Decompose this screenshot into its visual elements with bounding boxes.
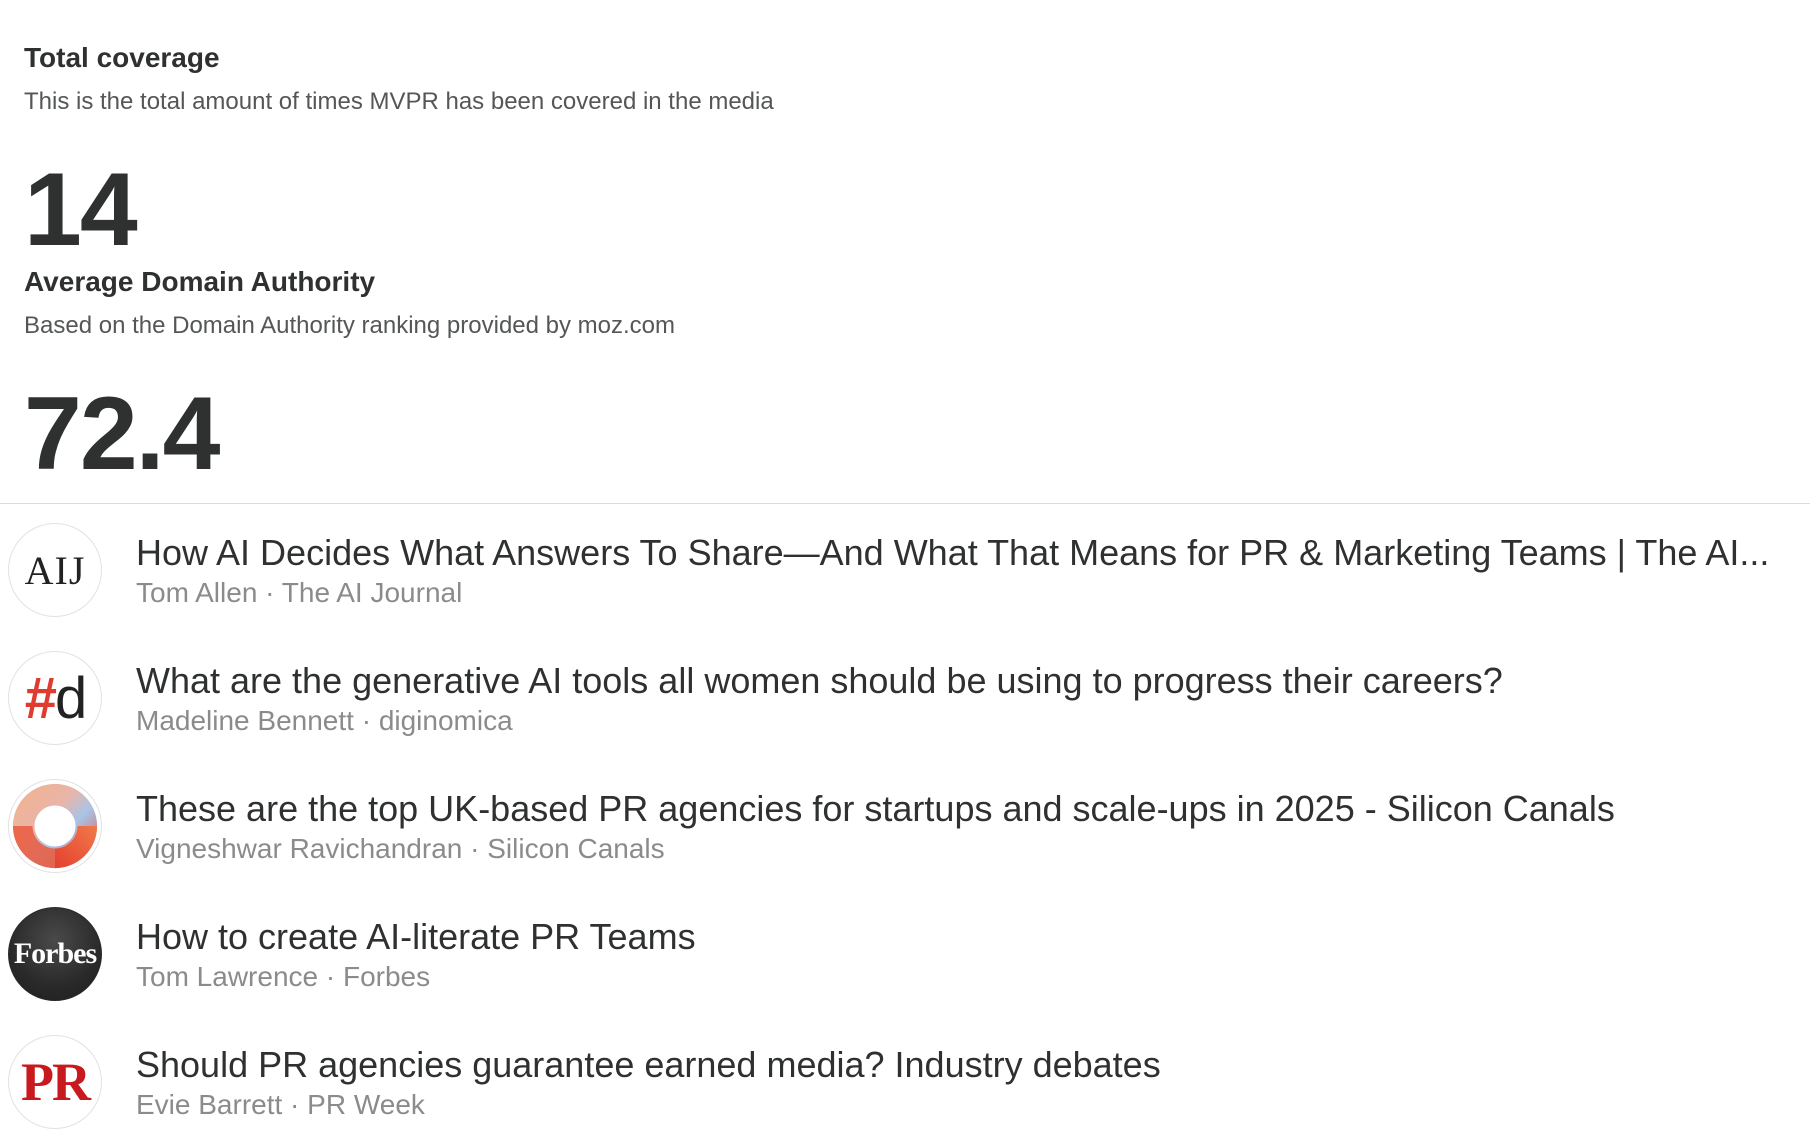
article-meta: Evie Barrett · PR Week bbox=[136, 1089, 425, 1120]
article-item[interactable]: AIJ How AI Decides What Answers To Share… bbox=[0, 515, 1810, 643]
article-title[interactable]: How AI Decides What Answers To Share—And… bbox=[136, 532, 1786, 574]
article-title[interactable]: Should PR agencies guarantee earned medi… bbox=[136, 1044, 1786, 1086]
article-meta: Madeline Bennett · diginomica bbox=[136, 705, 513, 736]
total-coverage-title: Total coverage bbox=[24, 42, 220, 73]
total-coverage-value: 14 bbox=[24, 152, 138, 268]
aij-logo-text: AIJ bbox=[24, 547, 86, 593]
domain-authority-title: Average Domain Authority bbox=[24, 266, 376, 297]
article-title[interactable]: What are the generative AI tools all wom… bbox=[136, 660, 1786, 702]
article-item[interactable]: Forbes How to create AI-literate PR Team… bbox=[0, 899, 1810, 1027]
article-item[interactable]: These are the top UK-based PR agencies f… bbox=[0, 771, 1810, 899]
article-meta: Tom Allen · The AI Journal bbox=[136, 577, 463, 608]
forbes-logo-text: Forbes bbox=[13, 937, 97, 970]
article-title[interactable]: How to create AI-literate PR Teams bbox=[136, 916, 1786, 958]
diginomica-logo-hash: # bbox=[24, 665, 57, 731]
article-meta: Tom Lawrence · Forbes bbox=[136, 961, 431, 992]
forbes-logo-icon: Forbes bbox=[8, 907, 102, 1001]
pr-week-logo-icon: PR bbox=[8, 1035, 102, 1129]
article-item[interactable]: PR Should PR agencies guarantee earned m… bbox=[0, 1027, 1810, 1140]
diginomica-logo-letter: d bbox=[55, 665, 87, 731]
article-title[interactable]: These are the top UK-based PR agencies f… bbox=[136, 788, 1786, 830]
domain-authority-value: 72.4 bbox=[24, 376, 220, 492]
coverage-article-list: AIJ How AI Decides What Answers To Share… bbox=[0, 515, 1810, 1140]
diginomica-logo-icon: #d bbox=[8, 651, 102, 745]
section-divider bbox=[0, 503, 1810, 504]
silicon-canals-ring-icon bbox=[12, 783, 98, 869]
pr-week-logo-text: PR bbox=[21, 1052, 91, 1112]
article-meta: Vigneshwar Ravichandran · Silicon Canals bbox=[136, 833, 665, 864]
silicon-canals-logo-icon bbox=[8, 779, 102, 873]
diginomica-logo-text: #d bbox=[24, 665, 88, 732]
domain-authority-description: Based on the Domain Authority ranking pr… bbox=[24, 312, 676, 339]
total-coverage-description: This is the total amount of times MVPR h… bbox=[24, 88, 774, 115]
article-item[interactable]: #d What are the generative AI tools all … bbox=[0, 643, 1810, 771]
coverage-report: Total coverage This is the total amount … bbox=[0, 0, 1810, 1140]
aij-logo-icon: AIJ bbox=[8, 523, 102, 617]
